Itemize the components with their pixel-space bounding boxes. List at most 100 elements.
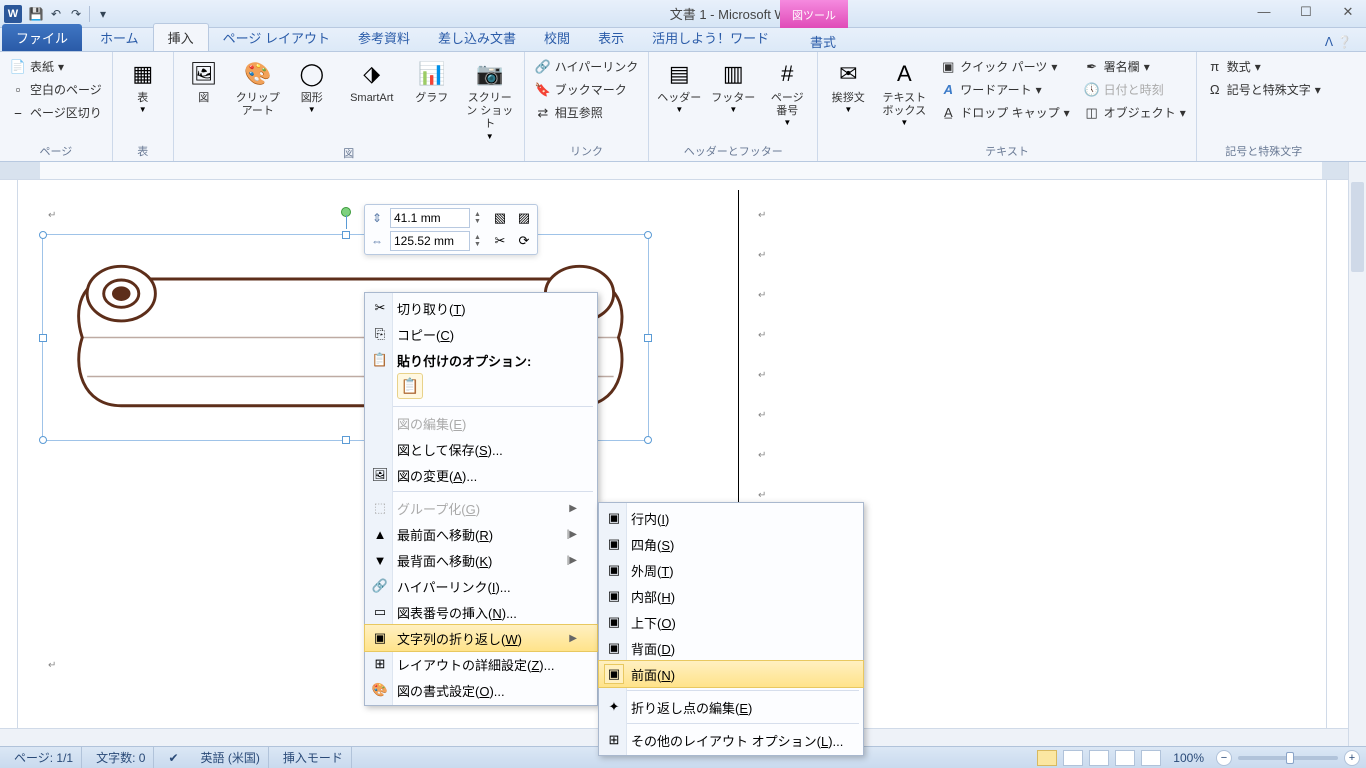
textbox-button[interactable]: Aテキスト ボックス▼ (878, 56, 930, 129)
view-print-layout[interactable] (1037, 750, 1057, 766)
chart-button[interactable]: 📊グラフ (408, 56, 456, 107)
width-input[interactable] (390, 231, 470, 251)
dropcap-button[interactable]: A̲ドロップ キャップ ▾ (936, 102, 1073, 123)
wrap-square[interactable]: ▣四角(S) (599, 531, 863, 557)
minimize-ribbon-icon[interactable]: ᐱ (1325, 35, 1333, 49)
tab-references[interactable]: 参考資料 (344, 24, 424, 51)
screenshot-button[interactable]: 📷スクリーン ショット▼ (462, 56, 518, 143)
crossref-button[interactable]: ⇄相互参照 (531, 102, 643, 123)
wrap-in-front-of-text[interactable]: ▣前面(N) (599, 661, 863, 687)
header-button[interactable]: ▤ヘッダー▼ (655, 56, 703, 116)
scrollbar-thumb[interactable] (1351, 182, 1364, 272)
wordart-button[interactable]: Aワードアート ▾ (936, 79, 1073, 100)
status-insert-mode[interactable]: 挿入モード (275, 747, 352, 768)
zoom-slider-knob[interactable] (1286, 752, 1294, 764)
resize-handle-w[interactable] (39, 334, 47, 342)
shapes-button[interactable]: ◯図形▼ (288, 56, 336, 116)
rotate-icon[interactable]: ⟳ (514, 231, 534, 251)
resize-handle-ne[interactable] (644, 231, 652, 239)
tab-home[interactable]: ホーム (86, 24, 153, 51)
bring-forward-icon[interactable]: ▧ (490, 208, 510, 228)
page-break-button[interactable]: ⎯ページ区切り (6, 102, 106, 123)
resize-handle-n[interactable] (342, 231, 350, 239)
qat-undo-icon[interactable]: ↶ (46, 4, 66, 24)
resize-handle-nw[interactable] (39, 231, 47, 239)
ctx-bring-to-front[interactable]: ▲最前面へ移動(R)|▶ (365, 521, 597, 547)
tab-use[interactable]: 活用しよう！ワード (638, 24, 783, 51)
clipart-button[interactable]: 🎨クリップ アート (234, 56, 282, 120)
zoom-percent[interactable]: 100% (1173, 751, 1204, 765)
zoom-slider[interactable] (1238, 756, 1338, 760)
horizontal-ruler[interactable] (0, 162, 1366, 180)
tab-insert[interactable]: 挿入 (153, 23, 209, 51)
bookmark-button[interactable]: 🔖ブックマーク (531, 79, 643, 100)
status-page[interactable]: ページ: 1/1 (6, 747, 82, 768)
view-outline[interactable] (1115, 750, 1135, 766)
wrap-edit-points[interactable]: ✦折り返し点の編集(E) (599, 694, 863, 720)
signature-line-button[interactable]: ✒署名欄 ▾ (1080, 56, 1190, 77)
paste-option-keep-source[interactable]: 📋 (397, 373, 423, 399)
tab-format[interactable]: 書式 (796, 28, 850, 55)
view-full-screen[interactable] (1063, 750, 1083, 766)
crop-icon[interactable]: ✂ (490, 231, 510, 251)
hyperlink-button[interactable]: 🔗ハイパーリンク (531, 56, 643, 77)
resize-handle-se[interactable] (644, 436, 652, 444)
wrap-tight[interactable]: ▣外周(T) (599, 557, 863, 583)
resize-handle-s[interactable] (342, 436, 350, 444)
greeting-button[interactable]: ✉挨拶文▼ (824, 56, 872, 116)
ctx-more-layout-options[interactable]: ⊞レイアウトの詳細設定(Z)... (365, 651, 597, 677)
help-icon[interactable]: ❔ (1337, 35, 1352, 49)
page-number-button[interactable]: #ページ 番号▼ (763, 56, 811, 129)
ctx-hyperlink[interactable]: 🔗ハイパーリンク(I)... (365, 573, 597, 599)
send-backward-icon[interactable]: ▨ (514, 208, 534, 228)
smartart-button[interactable]: ⬗SmartArt (342, 56, 402, 107)
qat-customize-icon[interactable]: ▾ (93, 4, 113, 24)
zoom-out-button[interactable]: − (1216, 750, 1232, 766)
height-spinner[interactable]: ▲▼ (474, 211, 486, 225)
ribbon-help[interactable]: ᐱ❔ (1319, 33, 1358, 51)
ctx-change-picture[interactable]: 🖼図の変更(A)... (365, 462, 597, 488)
close-button[interactable]: ✕ (1336, 4, 1360, 20)
wrap-top-bottom[interactable]: ▣上下(O) (599, 609, 863, 635)
quickparts-button[interactable]: ▣クイック パーツ ▾ (936, 56, 1073, 77)
wrap-behind-text[interactable]: ▣背面(D) (599, 635, 863, 661)
footer-button[interactable]: ▥フッター▼ (709, 56, 757, 116)
table-button[interactable]: ▦表▼ (119, 56, 167, 116)
wrap-inline[interactable]: ▣行内(I) (599, 505, 863, 531)
view-draft[interactable] (1141, 750, 1161, 766)
status-language[interactable]: 英語 (米国) (193, 747, 269, 768)
height-input[interactable] (390, 208, 470, 228)
wrap-more-layout-options[interactable]: ⊞その他のレイアウト オプション(L)... (599, 727, 863, 753)
qat-redo-icon[interactable]: ↷ (66, 4, 86, 24)
tab-file[interactable]: ファイル (2, 24, 82, 51)
qat-save-icon[interactable]: 💾 (26, 4, 46, 24)
ctx-insert-caption[interactable]: ▭図表番号の挿入(N)... (365, 599, 597, 625)
object-button[interactable]: ◫オブジェクト ▾ (1080, 102, 1190, 123)
tab-view[interactable]: 表示 (584, 24, 638, 51)
status-spellcheck-icon[interactable]: ✔ (160, 747, 186, 768)
cover-page-button[interactable]: 📄表紙 ▾ (6, 56, 106, 77)
wrap-through[interactable]: ▣内部(H) (599, 583, 863, 609)
blank-page-button[interactable]: ▫空白のページ (6, 79, 106, 100)
width-spinner[interactable]: ▲▼ (474, 234, 486, 248)
datetime-button[interactable]: 🕔日付と時刻 (1080, 79, 1190, 100)
maximize-button[interactable]: ☐ (1294, 4, 1318, 20)
zoom-in-button[interactable]: + (1344, 750, 1360, 766)
resize-handle-sw[interactable] (39, 436, 47, 444)
ctx-send-to-back[interactable]: ▼最背面へ移動(K)|▶ (365, 547, 597, 573)
ctx-format-picture[interactable]: 🎨図の書式設定(O)... (365, 677, 597, 703)
status-word-count[interactable]: 文字数: 0 (88, 747, 154, 768)
view-web-layout[interactable] (1089, 750, 1109, 766)
picture-button[interactable]: 🖼図 (180, 56, 228, 107)
symbol-button[interactable]: Ω記号と特殊文字 ▾ (1203, 79, 1325, 100)
minimize-button[interactable]: — (1252, 4, 1276, 20)
ctx-save-as-picture[interactable]: 図として保存(S)... (365, 436, 597, 462)
ctx-text-wrapping[interactable]: ▣文字列の折り返し(W)▶ (365, 625, 597, 651)
equation-button[interactable]: π数式 ▾ (1203, 56, 1325, 77)
ctx-copy[interactable]: ⎘コピー(C) (365, 321, 597, 347)
tab-mailings[interactable]: 差し込み文書 (424, 24, 530, 51)
ctx-cut[interactable]: ✂切り取り(T) (365, 295, 597, 321)
tab-review[interactable]: 校閲 (530, 24, 584, 51)
vertical-scrollbar[interactable] (1348, 162, 1366, 746)
tab-page-layout[interactable]: ページ レイアウト (209, 24, 344, 51)
